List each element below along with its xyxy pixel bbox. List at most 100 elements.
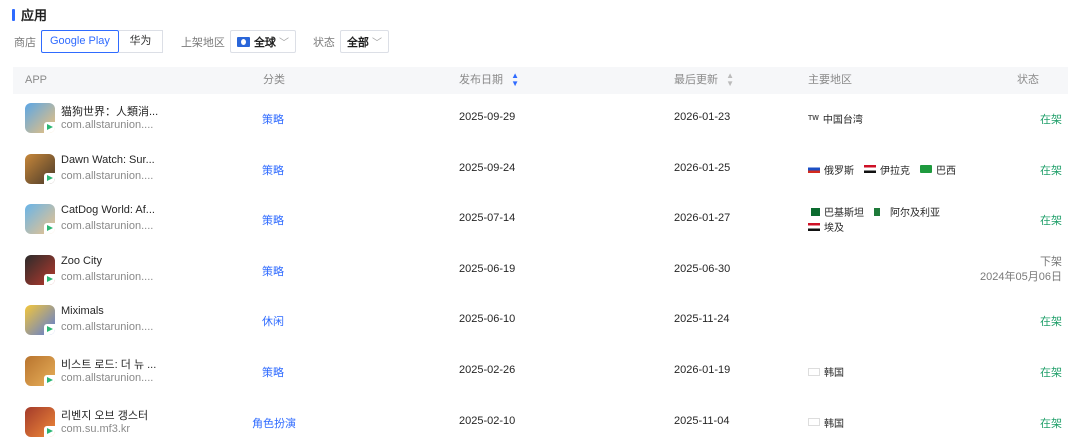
main-regions: 韩国 bbox=[808, 415, 854, 430]
google-play-badge-icon bbox=[44, 273, 55, 285]
app-name[interactable]: 리벤지 오브 갱스터 bbox=[61, 407, 148, 423]
main-regions: 巴基斯坦 阿尔及利亚埃及 bbox=[808, 204, 950, 234]
flag-dz-icon bbox=[874, 207, 886, 216]
column-header-release-date-label: 发布日期 bbox=[459, 74, 503, 86]
title-accent-bar bbox=[12, 8, 15, 21]
app-name[interactable]: CatDog World: Af... bbox=[61, 204, 155, 216]
category-link[interactable]: 休闲 bbox=[262, 313, 284, 329]
status-date: 2024年05月06日 bbox=[980, 270, 1062, 283]
column-header-last-update-label: 最后更新 bbox=[674, 74, 718, 86]
release-date: 2025-07-14 bbox=[459, 212, 516, 225]
revenge-gangster-icon[interactable] bbox=[25, 406, 55, 437]
last-update-date: 2025-06-30 bbox=[674, 262, 731, 275]
category-link[interactable]: 角色扮演 bbox=[252, 415, 296, 431]
google-play-badge-icon bbox=[44, 172, 55, 184]
zoo-city-icon[interactable] bbox=[25, 254, 55, 285]
app-name[interactable]: Miximals bbox=[61, 305, 104, 317]
last-update-date: 2026-01-23 bbox=[674, 111, 731, 123]
status-text: 下架 bbox=[1040, 255, 1062, 268]
app-package: com.allstarunion.... bbox=[61, 119, 154, 131]
flag-br-icon bbox=[920, 165, 932, 174]
google-play-badge-icon bbox=[44, 375, 55, 386]
region-line: 韩国 bbox=[808, 415, 854, 430]
region-line: 埃及 bbox=[808, 219, 950, 234]
region-name: 韩国 bbox=[824, 368, 844, 379]
status-text: 在架 bbox=[1040, 417, 1062, 430]
status-dropdown[interactable]: 全部 ﹀ bbox=[339, 30, 389, 53]
miximals-icon[interactable] bbox=[25, 305, 55, 336]
globe-icon bbox=[236, 36, 250, 47]
column-header-status: 状态 bbox=[1017, 74, 1039, 86]
main-regions: TW 中国台湾 bbox=[808, 111, 873, 127]
category-link[interactable]: 策略 bbox=[262, 263, 284, 279]
sort-icon[interactable]: ▲ ▼ bbox=[726, 72, 734, 88]
flag-pk-icon bbox=[808, 207, 820, 216]
region-filter-label: 上架地区 bbox=[180, 36, 225, 49]
store-filter-label: 商店 bbox=[14, 36, 36, 49]
column-header-last-update[interactable]: 最后更新 ▲ ▼ bbox=[674, 67, 734, 94]
table-row[interactable]: 비스트 로드: 더 뉴 ... com.allstarunion.... 策略 … bbox=[13, 347, 1068, 397]
table-row[interactable]: Miximals com.allstarunion.... 休闲 2025-06… bbox=[13, 296, 1068, 346]
region-line: 巴基斯坦 阿尔及利亚 bbox=[808, 204, 950, 219]
column-header-release-date[interactable]: 发布日期 ▲ ▼ bbox=[459, 67, 519, 94]
store-google-play-button[interactable]: Google Play bbox=[41, 30, 119, 53]
app-name[interactable]: Zoo City bbox=[61, 255, 102, 267]
region-line: 俄罗斯 伊拉克 巴西 bbox=[808, 162, 966, 177]
catdog-world-icon[interactable] bbox=[25, 204, 55, 235]
category-link[interactable]: 策略 bbox=[262, 364, 284, 380]
region-item: 埃及 bbox=[808, 219, 844, 234]
filter-bar: 商店 Google Play 华为 上架地区 全球 ﹀ 状态 全部 ﹀ bbox=[14, 30, 389, 53]
category-link[interactable]: 策略 bbox=[262, 111, 284, 127]
catdog-icon[interactable] bbox=[25, 103, 55, 133]
region-dropdown[interactable]: 全球 ﹀ bbox=[229, 30, 296, 53]
flag-eg-icon bbox=[808, 222, 820, 231]
flag-tw-icon: TW bbox=[808, 114, 819, 122]
table-row[interactable]: CatDog World: Af... com.allstarunion....… bbox=[13, 195, 1068, 245]
region-name: 巴基斯坦 bbox=[824, 208, 864, 220]
region-dropdown-value: 全球 bbox=[253, 36, 276, 49]
column-header-app: APP bbox=[25, 74, 48, 86]
status-cell: 下架 2024年05月06日 bbox=[980, 255, 1062, 285]
app-name[interactable]: 猫狗世界：人類消... bbox=[61, 103, 158, 119]
app-name[interactable]: Dawn Watch: Sur... bbox=[61, 154, 155, 166]
column-header-category: 分类 bbox=[263, 74, 285, 86]
store-huawei-button[interactable]: 华为 bbox=[118, 30, 163, 53]
release-date: 2025-02-26 bbox=[459, 364, 516, 376]
app-package: com.allstarunion.... bbox=[61, 321, 154, 334]
category-link[interactable]: 策略 bbox=[262, 212, 284, 228]
region-name: 俄罗斯 bbox=[824, 165, 854, 177]
table-row[interactable]: 리벤지 오브 갱스터 com.su.mf3.kr 角色扮演 2025-02-10… bbox=[13, 398, 1068, 447]
region-item: 阿尔及利亚 bbox=[874, 204, 940, 219]
category-link[interactable]: 策略 bbox=[262, 162, 284, 178]
release-date: 2025-09-29 bbox=[459, 111, 516, 123]
sort-icon[interactable]: ▲ ▼ bbox=[511, 72, 519, 88]
last-update-date: 2026-01-25 bbox=[674, 161, 731, 174]
region-item: 伊拉克 bbox=[864, 162, 910, 177]
region-item: TW 中国台湾 bbox=[808, 111, 863, 127]
table-row[interactable]: Zoo City com.allstarunion.... 策略 2025-06… bbox=[13, 246, 1068, 296]
app-package: com.allstarunion.... bbox=[61, 169, 154, 182]
region-name: 中国台湾 bbox=[822, 115, 863, 126]
beast-lord-icon[interactable] bbox=[25, 356, 55, 386]
region-line: TW 中国台湾 bbox=[808, 111, 873, 127]
app-name[interactable]: 비스트 로드: 더 뉴 ... bbox=[61, 356, 156, 372]
region-name: 韩国 bbox=[824, 418, 844, 430]
table-row[interactable]: 猫狗世界：人類消... com.allstarunion.... 策略 2025… bbox=[13, 94, 1068, 144]
store-segmented-control: Google Play 华为 bbox=[41, 30, 163, 53]
flag-kr-icon bbox=[808, 418, 820, 427]
app-package: com.allstarunion.... bbox=[61, 220, 154, 233]
chevron-down-icon: ﹀ bbox=[371, 38, 382, 49]
app-package: com.allstarunion.... bbox=[61, 372, 154, 384]
column-header-main-region: 主要地区 bbox=[808, 74, 852, 86]
section-title: 应用 bbox=[21, 8, 48, 23]
google-play-badge-icon bbox=[44, 425, 55, 437]
region-name: 阿尔及利亚 bbox=[890, 208, 940, 220]
app-package: com.su.mf3.kr bbox=[61, 422, 131, 435]
google-play-badge-icon bbox=[44, 122, 55, 133]
dawn-watch-icon[interactable] bbox=[25, 153, 55, 184]
region-item: 韩国 bbox=[808, 364, 844, 379]
region-item: 巴基斯坦 bbox=[808, 204, 864, 219]
main-regions: 俄罗斯 伊拉克 巴西 bbox=[808, 162, 966, 177]
table-row[interactable]: Dawn Watch: Sur... com.allstarunion.... … bbox=[13, 145, 1068, 195]
region-name: 伊拉克 bbox=[880, 165, 910, 177]
